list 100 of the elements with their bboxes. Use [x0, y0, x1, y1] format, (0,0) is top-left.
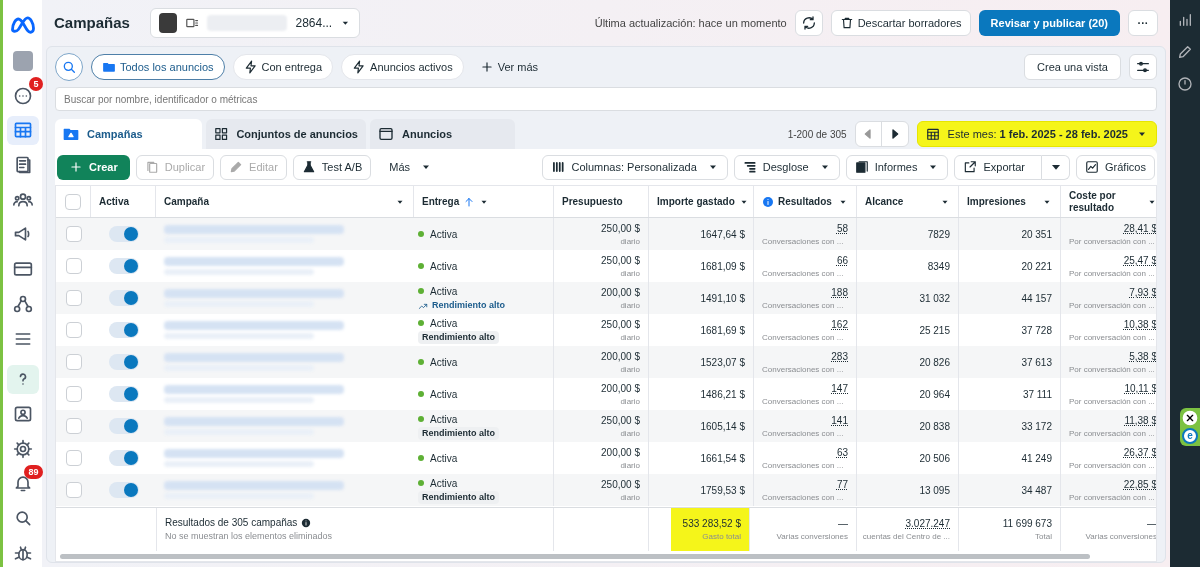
columns-button[interactable]: Columnas: Personalizada [542, 154, 728, 180]
tab[interactable]: Campañas [55, 119, 202, 149]
search-field[interactable]: Buscar por nombre, identificador o métricas [55, 87, 1157, 111]
row-checkbox[interactable] [65, 450, 82, 466]
pencil-icon [229, 160, 244, 174]
network-icon [12, 293, 33, 314]
row-checkbox[interactable] [65, 386, 82, 402]
cell-note: diario [620, 395, 640, 408]
more-actions-button[interactable]: Más [381, 154, 440, 180]
info-icon [301, 517, 312, 528]
cell-value: 28,41 $ [1123, 221, 1156, 236]
filter-chip[interactable]: Con entrega [232, 54, 334, 80]
cell-note: diario [620, 331, 640, 344]
column-header[interactable]: Campaña [164, 195, 209, 208]
sidebar-button[interactable] [6, 116, 39, 145]
cell-note: Por conversación con ... [1069, 459, 1155, 472]
charts-button[interactable]: Gráficos [1076, 154, 1155, 180]
copy-icon [144, 160, 159, 174]
tab[interactable]: Anuncios [370, 119, 515, 149]
create-button[interactable]: Crear [57, 154, 130, 180]
breakdown-icon [742, 160, 757, 174]
column-header[interactable]: Presupuesto [562, 195, 623, 208]
row-checkbox[interactable] [65, 226, 82, 242]
horizontal-scrollbar[interactable] [60, 553, 1090, 559]
toggle-switch[interactable] [108, 418, 139, 434]
cell-value: 20 964 [919, 387, 950, 402]
row-checkbox[interactable] [65, 322, 82, 338]
export-menu-button[interactable] [1042, 154, 1071, 180]
refresh-icon [800, 15, 817, 31]
column-header[interactable]: Coste por resultado [1069, 189, 1143, 214]
cell-note: Por conversación con ... [1069, 395, 1155, 408]
cell-value: 37 613 [1021, 355, 1052, 370]
status-text: Activa [430, 476, 458, 491]
toggle-switch[interactable] [108, 354, 139, 370]
settings-button[interactable] [1129, 54, 1157, 80]
cell-value: 1681,09 $ [700, 259, 745, 274]
tab[interactable]: Conjuntos de anuncios [206, 119, 366, 149]
pagination-text: 1-200 de 305 [787, 127, 847, 142]
filter-chip[interactable]: Todos los anuncios [91, 54, 225, 80]
discard-drafts-button[interactable]: Descartar borradores [830, 10, 971, 36]
cell-note: diario [620, 427, 640, 440]
export-button[interactable]: Exportar [954, 154, 1043, 180]
status-text: Activa [430, 412, 458, 427]
ab-test-button[interactable]: Test A/B [292, 154, 372, 180]
toggle-switch[interactable] [108, 290, 139, 306]
cell-value: 13 095 [919, 483, 950, 498]
select-all-checkbox[interactable] [65, 193, 81, 210]
refresh-button[interactable] [794, 10, 823, 36]
cell-value: 1605,14 $ [700, 419, 745, 434]
cell-note: diario [620, 235, 640, 248]
extension-button[interactable]: e [1182, 428, 1198, 444]
status-text: Activa [430, 227, 458, 242]
settings-icon [12, 438, 33, 459]
toggle-switch[interactable] [108, 482, 139, 498]
column-header[interactable]: Entrega [422, 195, 460, 208]
toggle-switch[interactable] [108, 450, 139, 466]
cell-value: 200,00 $ [601, 381, 640, 396]
create-view-button[interactable]: Crea una vista [1024, 54, 1121, 80]
cell-value: 1759,53 $ [700, 483, 745, 498]
cell-note: Conversaciones con ... [762, 459, 844, 472]
cell-value: 250,00 $ [601, 253, 640, 268]
pencil-icon [1177, 44, 1193, 60]
cell-note: Por conversación con ... [1069, 491, 1155, 504]
cell-value: 200,00 $ [601, 349, 640, 364]
toggle-switch[interactable] [108, 226, 139, 242]
more-button[interactable]: ··· [1128, 10, 1158, 36]
cell-value: 283 [831, 349, 848, 364]
cell-value: 1491,10 $ [700, 291, 745, 306]
row-checkbox[interactable] [65, 354, 82, 370]
sidebar-button[interactable] [6, 364, 39, 394]
column-header[interactable]: Importe gastado [657, 195, 735, 208]
publish-button[interactable]: Revisar y publicar (20) [978, 10, 1120, 36]
cell-value: 1486,21 $ [700, 387, 745, 402]
breakdown-button[interactable]: Desglose [733, 154, 840, 180]
column-header[interactable]: Impresiones [967, 195, 1026, 208]
filter-chip[interactable]: Anuncios activos [341, 54, 464, 80]
see-more-button[interactable]: Ver más [471, 54, 546, 80]
column-header[interactable]: Activa [99, 195, 129, 208]
account-selector[interactable]: 2864... [149, 8, 360, 38]
row-checkbox[interactable] [65, 418, 82, 434]
cell-value: 7829 [927, 227, 950, 242]
cell-value: 37 111 [1022, 387, 1052, 402]
toggle-switch[interactable] [108, 258, 139, 274]
search-button[interactable] [55, 53, 83, 81]
row-checkbox[interactable] [65, 258, 82, 274]
date-range-button[interactable]: Este mes: 1 feb. 2025 - 28 feb. 2025 [916, 121, 1157, 147]
cell-value: 20 826 [919, 355, 950, 370]
cell-note: diario [620, 267, 640, 280]
total-value: — [838, 517, 848, 531]
reports-button[interactable]: Informes [845, 154, 949, 180]
row-checkbox[interactable] [65, 290, 82, 306]
column-header[interactable]: Alcance [865, 195, 904, 208]
toggle-switch[interactable] [108, 386, 139, 402]
row-checkbox[interactable] [65, 482, 82, 498]
campaign-folder-icon [63, 126, 79, 142]
column-header[interactable]: Resultados [778, 195, 832, 208]
cell-value: 200,00 $ [601, 285, 640, 300]
cell-note: Por conversación con ... [1069, 267, 1155, 280]
toggle-switch[interactable] [108, 322, 139, 338]
clock-icon [1177, 76, 1193, 92]
